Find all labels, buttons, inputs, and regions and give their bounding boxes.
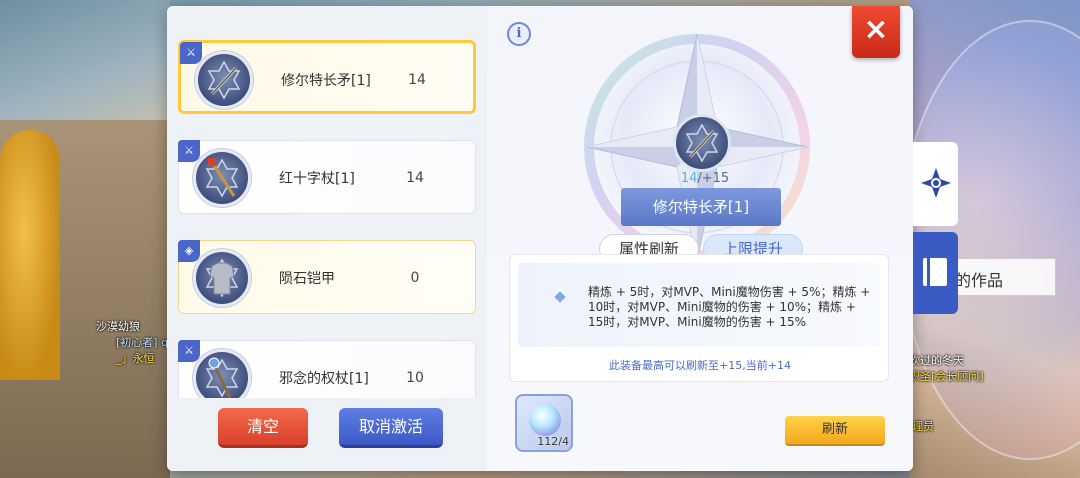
refine-level-display: 14/+15	[665, 171, 745, 186]
close-button[interactable]: ×	[852, 6, 900, 58]
equipment-item-3[interactable]: ⚔ 邪念的权杖[1] 10	[178, 340, 476, 398]
equipment-refine-level: 10	[397, 360, 433, 396]
cancel-activate-button[interactable]: 取消激活	[339, 408, 443, 448]
refresh-limit-note: 此装备最高可以刷新至+15,当前+14	[609, 359, 791, 372]
refine-level-current: 14	[680, 171, 698, 186]
scene-roof	[0, 0, 170, 130]
scene-statue	[0, 130, 60, 380]
equipment-column: ⚔ 修尔特长矛[1] 14 ⚔ 红十字杖[1] 14 ◈ 陨石铠甲 0 ⚔ 邪念…	[167, 6, 487, 471]
clear-button[interactable]: 清空	[218, 408, 308, 448]
scene-box-label: 的作品	[955, 271, 1004, 290]
refine-level-max: /+15	[697, 171, 730, 186]
refine-panel: ⚔ 修尔特长矛[1] 14 ⚔ 红十字杖[1] 14 ◈ 陨石铠甲 0 ⚔ 邪念…	[167, 6, 913, 471]
equipment-name: 修尔特长矛[1]	[281, 73, 371, 89]
player-guild: _」永恒	[116, 352, 155, 365]
item-name-ribbon: 修尔特长矛[1]	[621, 188, 781, 226]
cross-staff-icon	[193, 149, 251, 207]
side-tab-refine[interactable]	[913, 142, 958, 226]
player-title: [初心者] q	[116, 336, 169, 349]
scepter-icon	[193, 349, 251, 398]
effect-description: 精炼 + 5时，对MVP、Mini魔物伤害 + 5%；精炼 + 10时，对MVP…	[588, 285, 871, 329]
spear-icon	[195, 51, 253, 109]
book-icon	[923, 258, 947, 286]
equipment-refine-level: 14	[399, 62, 435, 98]
equipment-list[interactable]: ⚔ 修尔特长矛[1] 14 ⚔ 红十字杖[1] 14 ◈ 陨石铠甲 0 ⚔ 邪念…	[175, 22, 479, 398]
equipment-refine-level: 14	[397, 160, 433, 196]
equipment-item-2[interactable]: ◈ 陨石铠甲 0	[178, 240, 476, 314]
npc-role: 理员	[912, 420, 934, 433]
crystal-icon	[529, 404, 561, 436]
equipment-refine-level: 0	[397, 260, 433, 296]
equipment-name: 红十字杖[1]	[279, 171, 355, 187]
material-count: 112/4	[537, 435, 569, 448]
material-slot[interactable]: 112/4	[515, 394, 573, 452]
detail-pane: i 14/+15 修尔特长矛[1] 属性刷新 上限提升 精炼 + 5时，对MVP…	[487, 6, 913, 471]
equipment-item-0[interactable]: ⚔ 修尔特长矛[1] 14	[178, 40, 476, 114]
player-name[interactable]: 沙漠幼狼	[96, 318, 140, 334]
equipment-item-1[interactable]: ⚔ 红十字杖[1] 14	[178, 140, 476, 214]
equipment-name: 邪念的权杖[1]	[279, 371, 369, 387]
armor-icon	[193, 249, 251, 307]
side-tab-book[interactable]	[913, 232, 958, 314]
refresh-button[interactable]: 刷新	[785, 416, 885, 446]
compass-icon	[921, 168, 951, 198]
description-box: 精炼 + 5时，对MVP、Mini魔物伤害 + 5%；精炼 + 10时，对MVP…	[509, 254, 889, 382]
equipment-name: 陨石铠甲	[279, 271, 335, 287]
selected-equipment-icon	[673, 114, 731, 172]
